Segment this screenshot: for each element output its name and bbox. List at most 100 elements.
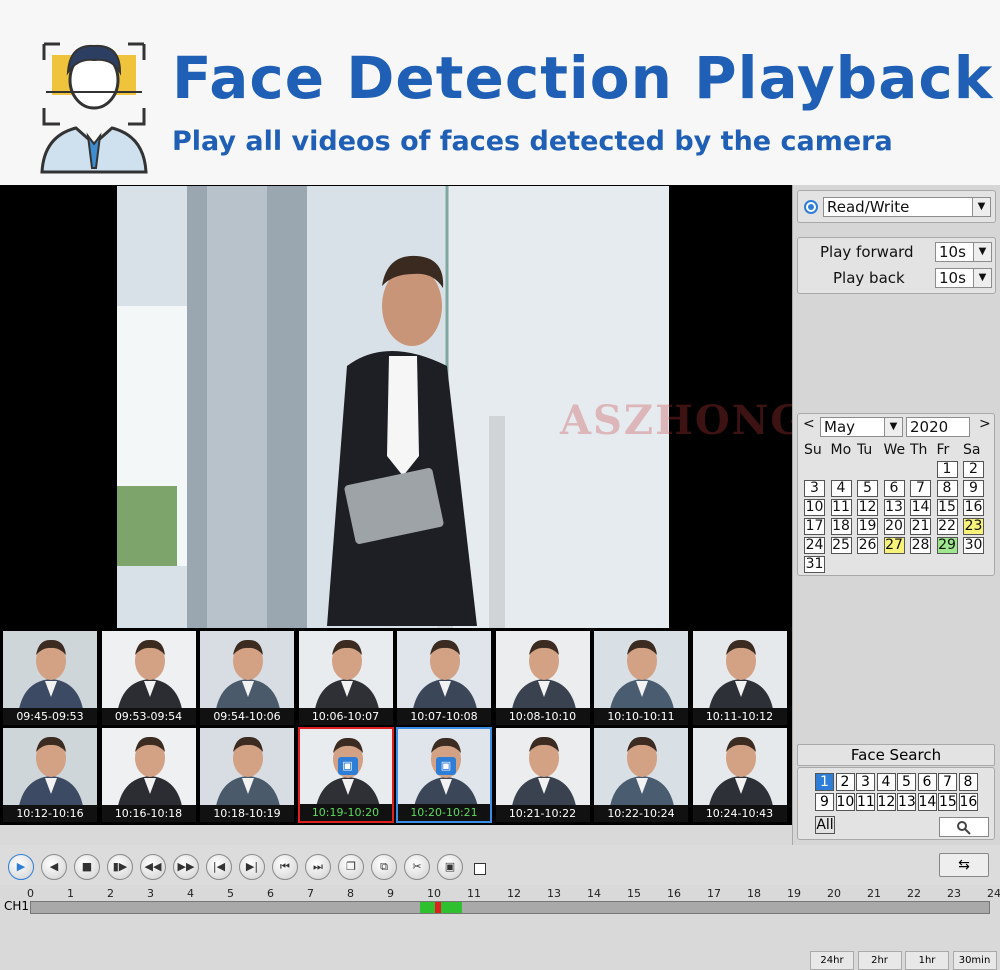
prev-frame-button[interactable]: |◀ — [206, 854, 232, 880]
option-checkbox[interactable] — [474, 863, 486, 875]
step-button[interactable]: ▮▶ — [107, 854, 133, 880]
calendar-day[interactable]: 5 — [857, 480, 878, 497]
calendar-day[interactable]: 24 — [804, 537, 825, 554]
calendar-day[interactable]: 26 — [857, 537, 878, 554]
calendar-day[interactable]: 16 — [963, 499, 984, 516]
calendar-day[interactable]: 19 — [857, 518, 878, 535]
play-forward-select[interactable]: 10s ▼ — [935, 242, 992, 262]
channel-button[interactable]: 13 — [897, 793, 916, 811]
face-thumbnail[interactable]: 09:53-09:54 — [100, 630, 197, 726]
face-thumbnail[interactable]: 10:16-10:18 — [100, 727, 197, 823]
calendar-day[interactable]: 20 — [883, 518, 905, 535]
fast-forward-button[interactable]: ▶▶ — [173, 854, 199, 880]
calendar-day[interactable]: 2 — [963, 461, 984, 478]
face-thumbnail[interactable]: 10:21-10:22 — [494, 727, 591, 823]
hour-tick: 13 — [547, 887, 561, 900]
calendar-day[interactable]: 1 — [936, 461, 958, 478]
calendar-day[interactable]: 31 — [804, 556, 825, 573]
calendar-prev-button[interactable]: < — [803, 416, 815, 432]
calendar-day[interactable]: 17 — [804, 518, 825, 535]
face-thumbnail[interactable]: ▣ 10:20-10:21 — [396, 727, 492, 823]
face-thumbnail[interactable]: 10:06-10:07 — [297, 630, 394, 726]
stop-button[interactable]: ■ — [74, 854, 100, 880]
month-select[interactable]: May ▼ — [820, 417, 903, 437]
channel-button[interactable]: 7 — [938, 773, 957, 791]
mode-select[interactable]: Read/Write ▼ — [823, 197, 991, 217]
channel-button[interactable]: 16 — [958, 793, 978, 811]
zoom-button[interactable]: 1hr — [905, 951, 949, 970]
play-back-value: 10s — [939, 269, 966, 287]
thumbnail-time-range: 10:21-10:22 — [495, 805, 590, 822]
channel-button[interactable]: 4 — [876, 773, 896, 791]
zoom-button[interactable]: 2hr — [857, 951, 902, 970]
all-channels-button[interactable]: All — [815, 816, 835, 834]
calendar-day[interactable]: 15 — [936, 499, 958, 516]
calendar-day[interactable]: 12 — [857, 499, 878, 516]
play-back-select[interactable]: 10s ▼ — [935, 268, 992, 288]
rewind-button[interactable]: ◀ — [41, 854, 67, 880]
calendar-day[interactable]: 28 — [910, 537, 931, 554]
fast-back-button[interactable]: ◀◀ — [140, 854, 166, 880]
calendar-day[interactable]: 18 — [830, 518, 852, 535]
channel-button[interactable]: 5 — [897, 773, 916, 791]
face-thumbnail[interactable]: 10:24-10:43 — [691, 727, 788, 823]
calendar-next-button[interactable]: > — [979, 416, 991, 432]
timeline-bar[interactable] — [30, 901, 990, 914]
calendar-day[interactable]: 14 — [910, 499, 931, 516]
calendar-day[interactable]: 21 — [910, 518, 931, 535]
fullscreen-button[interactable]: ❐ — [338, 854, 364, 880]
calendar-day[interactable]: 11 — [830, 499, 852, 516]
channel-button[interactable]: 14 — [917, 793, 937, 811]
sync-button[interactable]: ⇆ — [939, 853, 989, 877]
calendar-day[interactable]: 25 — [830, 537, 852, 554]
channel-button[interactable]: 10 — [835, 793, 855, 811]
channel-button[interactable]: 1 — [815, 773, 834, 791]
face-thumbnail[interactable]: ▣ 10:19-10:20 — [297, 727, 394, 823]
channel-button[interactable]: 3 — [856, 773, 875, 791]
face-thumbnail[interactable]: 10:11-10:12 — [691, 630, 788, 726]
face-thumbnail[interactable]: 10:07-10:08 — [396, 630, 492, 726]
play-button[interactable]: ▶ — [8, 854, 34, 880]
face-search-panel: 1 2 3 4 5 6 7 8 9 10 11 12 13 14 15 16 All — [797, 767, 995, 840]
mode-radio[interactable] — [804, 200, 818, 214]
next-file-button[interactable]: ⏭ — [305, 854, 331, 880]
calendar-day[interactable]: 8 — [936, 480, 958, 497]
search-button[interactable] — [939, 817, 989, 837]
channel-button[interactable]: 6 — [917, 773, 937, 791]
calendar-day[interactable]: 22 — [936, 518, 958, 535]
face-thumbnail[interactable]: 09:45-09:53 — [2, 630, 98, 726]
face-thumbnail[interactable]: 10:10-10:11 — [593, 630, 689, 726]
prev-file-button[interactable]: ⏮ — [272, 854, 298, 880]
face-thumbnail[interactable]: 10:12-10:16 — [2, 727, 98, 823]
face-thumbnail[interactable]: 10:08-10:10 — [494, 630, 591, 726]
channel-button[interactable]: 8 — [958, 773, 978, 791]
thumbnail-time-range: 09:53-09:54 — [101, 708, 196, 725]
calendar-day[interactable]: 3 — [804, 480, 825, 497]
calendar-day[interactable]: 7 — [910, 480, 931, 497]
next-frame-button[interactable]: ▶| — [239, 854, 265, 880]
calendar-day[interactable]: 10 — [804, 499, 825, 516]
calendar-day[interactable]: 27 — [883, 537, 905, 554]
year-field[interactable]: 2020 — [906, 417, 970, 437]
calendar-day[interactable]: 13 — [883, 499, 905, 516]
calendar-day[interactable]: 6 — [883, 480, 905, 497]
cut-button[interactable]: ✂ — [404, 854, 430, 880]
channel-button[interactable]: 11 — [856, 793, 875, 811]
calendar-day[interactable]: 23 — [963, 518, 984, 535]
face-thumbnail[interactable]: 10:22-10:24 — [593, 727, 689, 823]
thumbnail-time-range: 10:11-10:12 — [692, 708, 787, 725]
zoom-button[interactable]: 24hr — [810, 951, 854, 970]
copy-button[interactable]: ⧉ — [371, 854, 397, 880]
calendar-day[interactable]: 9 — [963, 480, 984, 497]
channel-button[interactable]: 12 — [876, 793, 896, 811]
save-button[interactable]: ▣ — [437, 854, 463, 880]
calendar-day[interactable]: 4 — [830, 480, 852, 497]
face-thumbnail[interactable]: 10:18-10:19 — [199, 727, 295, 823]
channel-button[interactable]: 15 — [938, 793, 957, 811]
channel-button[interactable]: 2 — [835, 773, 855, 791]
channel-button[interactable]: 9 — [815, 793, 834, 811]
calendar-day[interactable]: 30 — [963, 537, 984, 554]
face-thumbnail[interactable]: 09:54-10:06 — [199, 630, 295, 726]
zoom-button[interactable]: 30min — [952, 951, 997, 970]
calendar-day[interactable]: 29 — [936, 537, 958, 554]
